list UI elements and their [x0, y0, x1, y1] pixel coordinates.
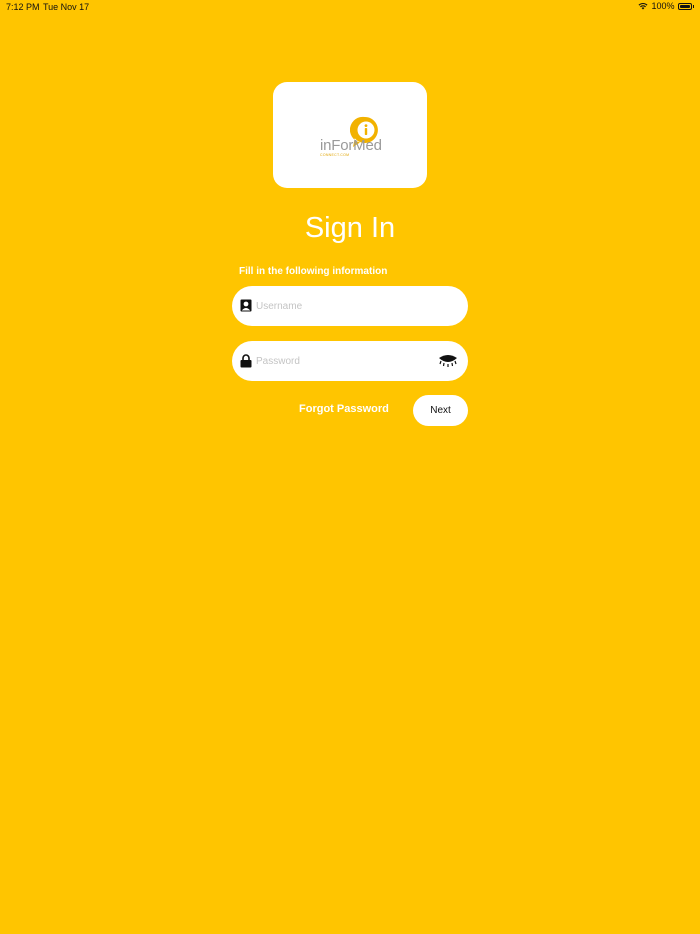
password-input[interactable]	[256, 341, 426, 381]
lock-icon	[240, 354, 252, 373]
logo-subtext: CONNECT.COM	[320, 153, 350, 157]
password-field[interactable]	[232, 341, 468, 381]
user-card-icon	[240, 299, 252, 317]
username-input[interactable]	[256, 286, 426, 326]
battery-icon	[677, 2, 694, 10]
forgot-password-link[interactable]: Forgot Password	[299, 403, 389, 415]
page-title: Sign In	[304, 212, 396, 244]
next-button[interactable]: Next	[413, 395, 468, 426]
status-date: Tue Nov 17	[43, 2, 90, 12]
status-bar: 7:12 PM Tue Nov 17 100%	[0, 0, 700, 14]
username-field[interactable]	[232, 286, 468, 326]
logo-card: inForMed CONNECT.COM	[273, 82, 427, 188]
status-indicators: 100%	[638, 1, 694, 11]
battery-percent: 100%	[651, 1, 675, 11]
status-time: 7:12 PM	[6, 2, 40, 12]
form-instructions: Fill in the following information	[239, 266, 388, 277]
wifi-icon	[638, 2, 648, 10]
eye-closed-icon[interactable]	[438, 354, 458, 373]
logo-wordmark: inForMed	[320, 137, 382, 154]
